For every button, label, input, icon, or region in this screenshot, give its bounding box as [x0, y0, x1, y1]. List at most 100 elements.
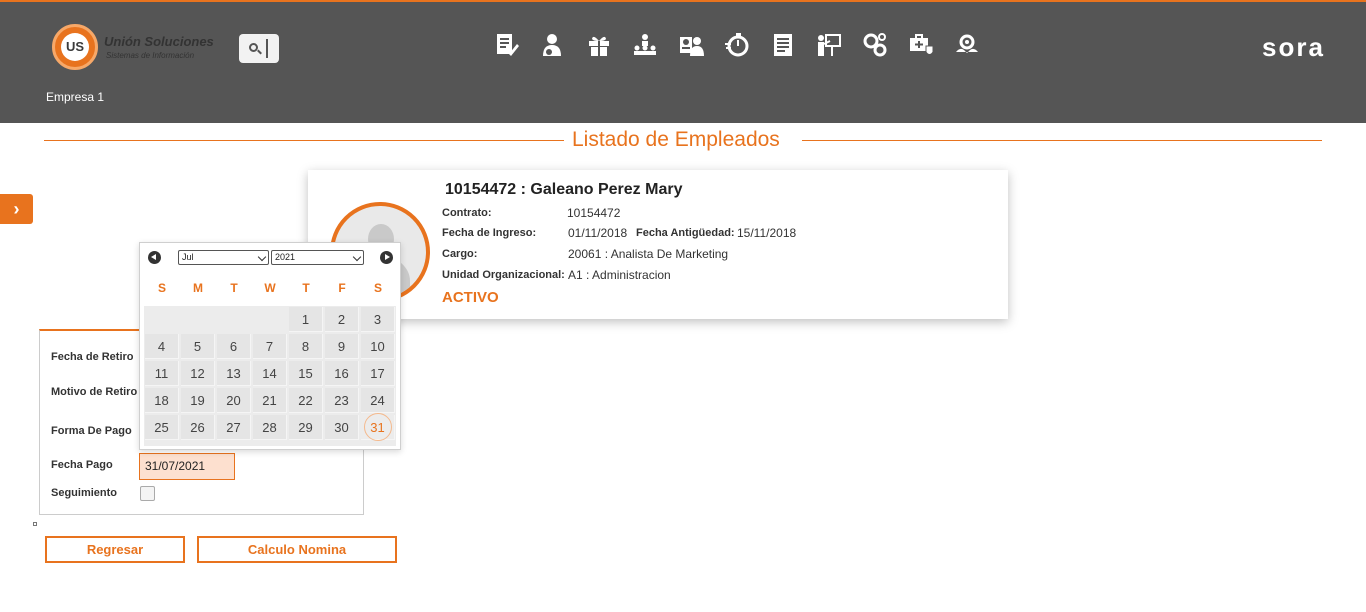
top-header: US Unión Soluciones Sistemas de Informac… [0, 0, 1366, 123]
company-logo[interactable]: US Unión Soluciones Sistemas de Informac… [52, 24, 222, 70]
document-edit-icon[interactable] [494, 32, 520, 58]
settings-gears-icon[interactable] [862, 32, 888, 58]
calendar-day[interactable]: 10 [361, 334, 395, 359]
employee-card-icon[interactable] [678, 32, 704, 58]
year-select-value: 2021 [275, 252, 296, 262]
followup-label: Seguimiento [51, 487, 118, 499]
calendar-day-selected[interactable]: 31 [361, 413, 395, 441]
calendar-day[interactable]: 3 [361, 307, 395, 332]
calendar-day[interactable]: 23 [325, 388, 359, 413]
logo-mark: US [61, 33, 89, 61]
month-select-value: Jul [182, 252, 194, 262]
calendar-day[interactable]: 27 [217, 415, 251, 440]
health-check-icon[interactable] [908, 32, 934, 58]
calendar-day[interactable]: 17 [361, 361, 395, 386]
calendar-day[interactable]: 4 [145, 334, 179, 359]
calendar-day[interactable]: 9 [325, 334, 359, 359]
calendar-grid: 1 2 3 4 5 6 7 8 9 10 11 12 13 14 15 16 17 18 19 20 21 22 23 24 2… [144, 306, 396, 446]
chevron-down-icon [352, 252, 362, 262]
page-title: Listado de Empleados [572, 128, 780, 151]
logo-title: Unión Soluciones [104, 34, 214, 49]
chevron-right-icon: › [13, 199, 20, 219]
back-button[interactable]: Regresar [45, 536, 185, 563]
retiro-reason-label: Motivo de Retiro [51, 386, 138, 398]
position-label: Cargo: [442, 248, 478, 260]
logo-badge: US [52, 24, 98, 70]
hire-date-value: 01/11/2018 [568, 226, 628, 240]
timer-icon[interactable] [724, 32, 750, 58]
weekday-label: S [157, 281, 166, 295]
logo-subtitle: Sistemas de Información [106, 51, 195, 60]
weekday-label: T [302, 281, 310, 295]
year-select[interactable]: 2021 [271, 250, 364, 265]
datepicker-popup: Jul 2021 SMTWTFS 1 2 3 4 5 6 7 8 9 10 11 12 13 14 15 16… [139, 242, 401, 450]
weekday-label: S [373, 281, 382, 295]
company-name: Empresa 1 [46, 90, 105, 104]
hire-date-label: Fecha de Ingreso: [442, 227, 537, 239]
gift-icon[interactable] [586, 32, 612, 58]
seniority-value: 15/11/2018 [737, 226, 797, 240]
section-header: Listado de Empleados [44, 128, 1322, 152]
search-divider [266, 39, 268, 58]
recognition-icon[interactable] [954, 32, 980, 58]
calendar-day[interactable]: 15 [289, 361, 323, 386]
month-select[interactable]: Jul [178, 250, 269, 265]
weekday-label: F [338, 281, 346, 295]
payment-method-label: Forma De Pago [51, 425, 132, 437]
calendar-day[interactable]: 12 [181, 361, 215, 386]
status-badge: ACTIVO [442, 289, 499, 306]
report-icon[interactable] [770, 32, 796, 58]
search-icon-handle [257, 49, 262, 55]
training-icon[interactable] [816, 32, 842, 58]
calendar-day[interactable]: 16 [325, 361, 359, 386]
calculate-payroll-button[interactable]: Calculo Nomina [197, 536, 397, 563]
brand-logo[interactable]: sora [1262, 32, 1325, 63]
contract-label: Contrato: [442, 207, 492, 219]
calendar-day[interactable]: 1 [289, 307, 323, 332]
seniority-label: Fecha Antigüedad: [636, 227, 735, 239]
calendar-day[interactable]: 6 [217, 334, 251, 359]
chevron-down-icon [257, 252, 267, 262]
next-month-icon[interactable] [380, 251, 393, 264]
weekday-label: T [230, 281, 238, 295]
prev-month-icon[interactable] [148, 251, 161, 264]
employee-name: 10154472 : Galeano Perez Mary [445, 181, 683, 198]
calendar-day[interactable]: 22 [289, 388, 323, 413]
weekday-label: W [264, 281, 276, 295]
calendar-day[interactable]: 20 [217, 388, 251, 413]
calendar-day[interactable]: 8 [289, 334, 323, 359]
sidebar-toggle-button[interactable]: › [0, 194, 33, 224]
marker-dot [33, 522, 37, 526]
calendar-day[interactable]: 14 [253, 361, 287, 386]
title-divider-left [44, 140, 564, 141]
org-unit-value: A1 : Administracion [568, 268, 671, 282]
calendar-day[interactable]: 30 [325, 415, 359, 440]
calendar-day[interactable]: 13 [217, 361, 251, 386]
search-button[interactable] [239, 34, 279, 63]
calendar-day[interactable]: 19 [181, 388, 215, 413]
payment-date-label: Fecha Pago [51, 459, 113, 471]
calendar-day[interactable]: 2 [325, 307, 359, 332]
main-nav [494, 32, 1000, 58]
position-value: 20061 : Analista De Marketing [568, 247, 729, 261]
calendar-day[interactable]: 11 [145, 361, 179, 386]
title-divider-right [802, 140, 1322, 141]
calendar-day[interactable]: 29 [289, 415, 323, 440]
org-chart-icon[interactable] [632, 32, 658, 58]
retiro-date-label: Fecha de Retiro [51, 351, 134, 363]
followup-checkbox[interactable] [140, 486, 155, 501]
contract-value: 10154472 [567, 206, 621, 220]
payment-date-field[interactable]: 31/07/2021 [139, 453, 235, 480]
org-unit-label: Unidad Organizacional: [442, 269, 565, 281]
employee-card: 10154472 : Galeano Perez Mary Contrato: … [308, 170, 1008, 319]
weekday-label: M [193, 281, 203, 295]
calendar-day[interactable]: 5 [181, 334, 215, 359]
calendar-day[interactable]: 26 [181, 415, 215, 440]
calendar-day[interactable]: 7 [253, 334, 287, 359]
calendar-day[interactable]: 24 [361, 388, 395, 413]
calendar-day[interactable]: 25 [145, 415, 179, 440]
employee-icon[interactable] [540, 32, 566, 58]
calendar-day[interactable]: 28 [253, 415, 287, 440]
calendar-day[interactable]: 18 [145, 388, 179, 413]
calendar-day[interactable]: 21 [253, 388, 287, 413]
